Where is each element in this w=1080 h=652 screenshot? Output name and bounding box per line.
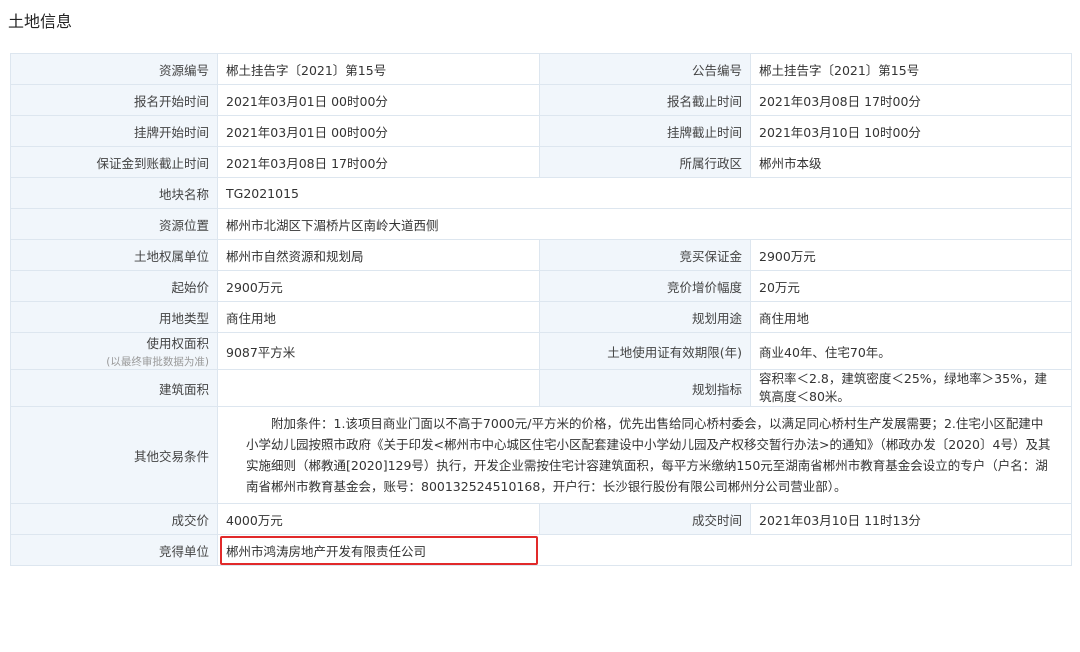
reg-start-label: 报名开始时间	[10, 84, 218, 116]
table-row: 使用权面积 (以最终审批数据为准) 9087平方米 土地使用证有效期限(年) 商…	[10, 332, 1072, 370]
deal-price-value: 4000万元	[217, 503, 540, 535]
other-conditions-label: 其他交易条件	[10, 406, 218, 504]
bid-deposit-label: 竞买保证金	[539, 239, 751, 271]
term-value: 商业40年、住宅70年。	[750, 332, 1072, 370]
term-label: 土地使用证有效期限(年)	[539, 332, 751, 370]
area-note: (以最终审批数据为准)	[106, 356, 209, 368]
owner-value: 郴州市自然资源和规划局	[217, 239, 540, 271]
district-value: 郴州市本级	[750, 146, 1072, 178]
reg-start-value: 2021年03月01日 00时00分	[217, 84, 540, 116]
list-start-value: 2021年03月01日 00时00分	[217, 115, 540, 147]
table-row: 报名开始时间 2021年03月01日 00时00分 报名截止时间 2021年03…	[10, 84, 1072, 116]
area-value: 9087平方米	[217, 332, 540, 370]
table-row: 其他交易条件 附加条件：1.该项目商业门面以不高于7000元/平方米的价格，优先…	[10, 406, 1072, 504]
table-row: 起始价 2900万元 竞价增价幅度 20万元	[10, 270, 1072, 302]
location-label: 资源位置	[10, 208, 218, 240]
table-row: 保证金到账截止时间 2021年03月08日 17时00分 所属行政区 郴州市本级	[10, 146, 1072, 178]
building-area-value	[217, 369, 540, 407]
plan-use-label: 规划用途	[539, 301, 751, 333]
deal-time-value: 2021年03月10日 11时13分	[750, 503, 1072, 535]
deposit-deadline-value: 2021年03月08日 17时00分	[217, 146, 540, 178]
deal-time-label: 成交时间	[539, 503, 751, 535]
start-price-value: 2900万元	[217, 270, 540, 302]
reg-end-label: 报名截止时间	[539, 84, 751, 116]
plan-index-label: 规划指标	[539, 369, 751, 407]
building-area-label: 建筑面积	[10, 369, 218, 407]
winner-label: 竞得单位	[10, 534, 218, 566]
plot-name-value: TG2021015	[217, 177, 1072, 209]
plot-name-label: 地块名称	[10, 177, 218, 209]
table-row: 资源位置 郴州市北湖区下湄桥片区南岭大道西侧	[10, 208, 1072, 240]
plan-index-value: 容积率＜2.8，建筑密度＜25%，绿地率＞35%，建筑高度＜80米。	[750, 369, 1072, 407]
location-value: 郴州市北湖区下湄桥片区南岭大道西侧	[217, 208, 1072, 240]
list-start-label: 挂牌开始时间	[10, 115, 218, 147]
area-label: 使用权面积	[146, 336, 209, 351]
land-type-value: 商住用地	[217, 301, 540, 333]
reg-end-value: 2021年03月08日 17时00分	[750, 84, 1072, 116]
table-row: 资源编号 郴土挂告字〔2021〕第15号 公告编号 郴土挂告字〔2021〕第15…	[10, 53, 1072, 85]
winner-value: 郴州市鸿涛房地产开发有限责任公司	[217, 534, 1072, 566]
start-price-label: 起始价	[10, 270, 218, 302]
bid-deposit-value: 2900万元	[750, 239, 1072, 271]
table-row: 竞得单位 郴州市鸿涛房地产开发有限责任公司	[10, 534, 1072, 566]
notice-no-value: 郴土挂告字〔2021〕第15号	[750, 53, 1072, 85]
table-row: 土地权属单位 郴州市自然资源和规划局 竞买保证金 2900万元	[10, 239, 1072, 271]
table-row: 用地类型 商住用地 规划用途 商住用地	[10, 301, 1072, 333]
land-info-table: 资源编号 郴土挂告字〔2021〕第15号 公告编号 郴土挂告字〔2021〕第15…	[10, 53, 1072, 566]
table-row: 成交价 4000万元 成交时间 2021年03月10日 11时13分	[10, 503, 1072, 535]
list-end-value: 2021年03月10日 10时00分	[750, 115, 1072, 147]
resource-no-value: 郴土挂告字〔2021〕第15号	[217, 53, 540, 85]
plan-use-value: 商住用地	[750, 301, 1072, 333]
district-label: 所属行政区	[539, 146, 751, 178]
deposit-deadline-label: 保证金到账截止时间	[10, 146, 218, 178]
table-row: 地块名称 TG2021015	[10, 177, 1072, 209]
table-row: 建筑面积 规划指标 容积率＜2.8，建筑密度＜25%，绿地率＞35%，建筑高度＜…	[10, 369, 1072, 407]
owner-label: 土地权属单位	[10, 239, 218, 271]
increment-value: 20万元	[750, 270, 1072, 302]
increment-label: 竞价增价幅度	[539, 270, 751, 302]
page-title: 土地信息	[8, 12, 73, 31]
list-end-label: 挂牌截止时间	[539, 115, 751, 147]
notice-no-label: 公告编号	[539, 53, 751, 85]
table-row: 挂牌开始时间 2021年03月01日 00时00分 挂牌截止时间 2021年03…	[10, 115, 1072, 147]
deal-price-label: 成交价	[10, 503, 218, 535]
other-conditions-value: 附加条件：1.该项目商业门面以不高于7000元/平方米的价格，优先出售给同心桥村…	[217, 406, 1072, 504]
land-type-label: 用地类型	[10, 301, 218, 333]
area-label-cell: 使用权面积 (以最终审批数据为准)	[10, 332, 218, 370]
resource-no-label: 资源编号	[10, 53, 218, 85]
